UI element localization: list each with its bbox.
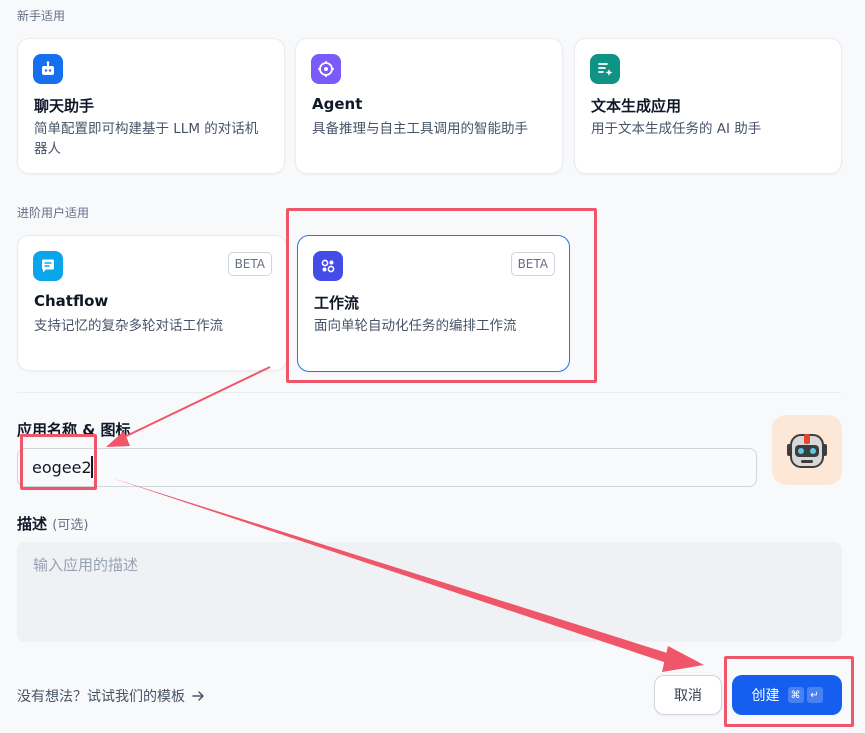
agent-brain-icon: [311, 54, 341, 84]
template-link-text: 没有想法？试试我们的模板: [17, 689, 185, 705]
chat-bot-icon: [33, 54, 63, 84]
card-title: Chatflow: [34, 292, 109, 310]
app-description-input[interactable]: [17, 542, 842, 642]
command-key-icon: ⌘: [787, 687, 804, 703]
enter-key-icon: ↵: [806, 687, 823, 703]
beta-badge: BETA: [227, 252, 272, 276]
chatflow-icon: [33, 251, 63, 281]
text-generator-icon: [590, 54, 620, 84]
description-label: 描述 (可选): [17, 513, 88, 534]
card-description: 支持记忆的复杂多轮对话工作流: [34, 318, 223, 334]
card-description: 用于文本生成任务的 AI 助手: [591, 121, 762, 137]
workflow-icon: [313, 251, 343, 281]
robot-avatar-icon[interactable]: [772, 415, 842, 485]
text-caret: [91, 456, 93, 478]
annotation-arrow-workflow-to-name: [106, 366, 271, 447]
card-title: Agent: [312, 95, 363, 113]
optional-hint: (可选): [52, 518, 89, 533]
card-title: 工作流: [314, 294, 360, 312]
card-title: 聊天助手: [34, 97, 95, 115]
app-type-card-agent[interactable]: Agent 具备推理与自主工具调用的智能助手: [295, 38, 563, 174]
create-button[interactable]: 创建 ⌘ ↵: [732, 675, 842, 715]
template-link[interactable]: 没有想法？试试我们的模板: [17, 686, 205, 706]
create-button-label: 创建: [751, 688, 780, 704]
description-label-text: 描述: [17, 515, 48, 533]
beta-badge: BETA: [510, 252, 555, 276]
card-title: 文本生成应用: [591, 97, 682, 115]
app-name-input[interactable]: [17, 448, 757, 487]
card-description: 面向单轮自动化任务的编排工作流: [314, 318, 517, 334]
arrow-right-icon: [191, 689, 205, 703]
app-name-label: 应用名称 & 图标: [17, 421, 131, 439]
section-title-advanced: 进阶用户适用: [17, 206, 90, 220]
app-type-card-chatbot[interactable]: 聊天助手 简单配置即可构建基于 LLM 的对话机器人: [17, 38, 285, 174]
cancel-button[interactable]: 取消: [654, 675, 722, 715]
app-type-card-text-generator[interactable]: 文本生成应用 用于文本生成任务的 AI 助手: [574, 38, 842, 174]
section-title-beginner: 新手适用: [17, 9, 66, 23]
card-description: 具备推理与自主工具调用的智能助手: [312, 121, 528, 137]
app-type-card-workflow[interactable]: BETA 工作流 面向单轮自动化任务的编排工作流: [297, 235, 570, 372]
app-type-card-chatflow[interactable]: BETA Chatflow 支持记忆的复杂多轮对话工作流: [17, 235, 287, 371]
card-description: 简单配置即可构建基于 LLM 的对话机器人: [34, 121, 259, 157]
section-divider: [17, 392, 841, 393]
